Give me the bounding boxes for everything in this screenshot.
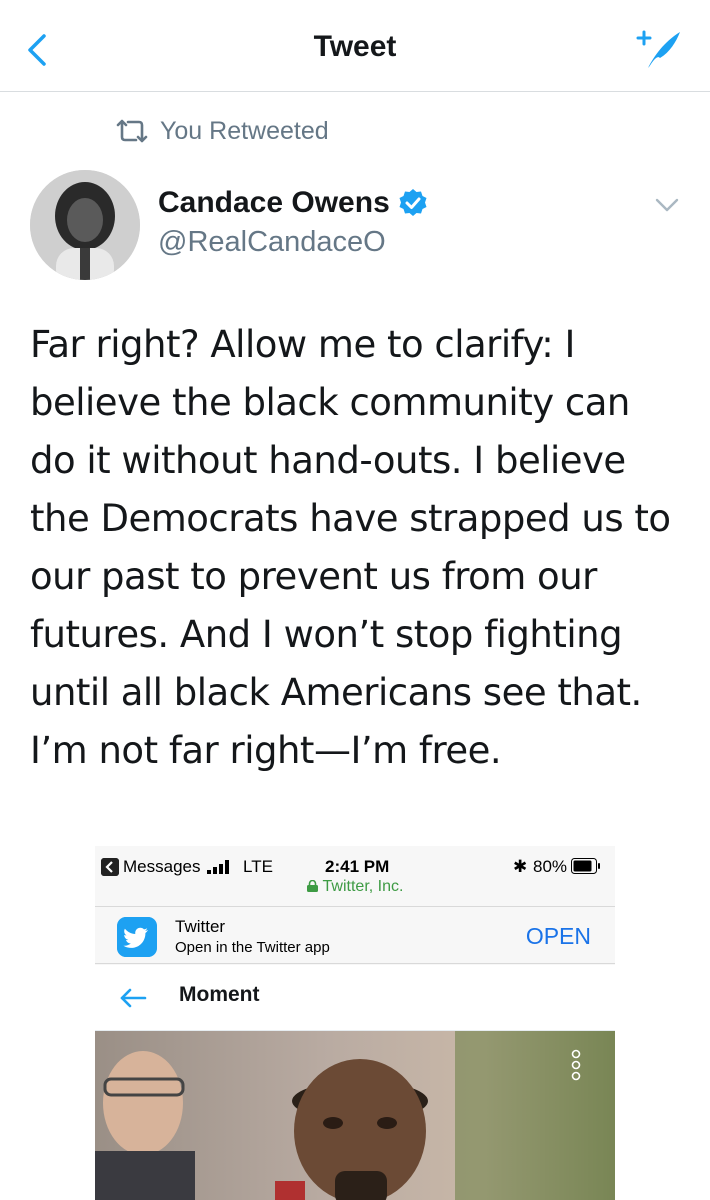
tweet-text-line: futures. And I won’t stop fighting [30,613,623,656]
status-time: 2:41 PM [325,857,390,876]
open-app-button: OPEN [525,923,591,949]
battery-icon [571,858,600,874]
more-options-icon [571,1049,581,1081]
moment-title: Moment [179,983,260,1006]
url-label: Twitter, Inc. [322,878,404,895]
avatar[interactable] [30,170,140,280]
page-title: Tweet [313,30,397,63]
tweet-text-line: the Democrats have strapped us to [30,497,671,540]
bluetooth-icon: ✱ [513,857,528,876]
profile-photo [30,170,140,280]
verified-badge-icon [399,189,427,216]
moment-photo [95,1031,615,1200]
chevron-down-icon[interactable] [654,196,680,214]
twitter-app-icon [117,917,157,957]
app-subtitle: Open in the Twitter app [175,939,330,956]
tweet-text-line: Far right? Allow me to clarify: I [30,323,575,366]
navigation-bar: Tweet [0,0,710,92]
tweet-text: Far right? Allow me to clarify: I believ… [30,316,690,780]
back-to-app-icon [101,858,119,876]
lock-icon [306,880,318,892]
compose-tweet-icon[interactable] [634,26,684,72]
tweet-text-line: do it without hand-outs. I believe [30,439,626,482]
network-label: LTE [243,857,273,876]
embedded-status-bar: Messages LTE 2:41 PM ✱ 80% Twitter, Inc. [95,846,615,898]
app-banner: Twitter Open in the Twitter app OPEN [95,906,615,964]
url-row: Twitter, Inc. [95,878,615,896]
app-name: Twitter [175,917,226,936]
moment-header: Moment [95,965,615,1031]
author-name[interactable]: Candace Owens [158,186,390,220]
tweet-text-line: our past to prevent us from our [30,555,597,598]
tweet-text-line: until all black Americans see that. [30,671,642,714]
tweet-text-line: I’m not far right—I’m free. [30,729,502,772]
tweet-text-line: believe the black community can [30,381,630,424]
retweet-context: You Retweeted [114,116,329,146]
author-name-row[interactable]: Candace Owens [158,186,428,220]
author-handle[interactable]: @RealCandaceO [158,226,386,259]
people-photo [95,1031,615,1200]
battery-percent: 80% [533,857,568,876]
retweet-label: You Retweeted [160,116,329,145]
back-app-label: Messages [123,857,201,876]
signal-icon [207,860,229,874]
retweet-icon [116,119,148,143]
arrow-left-icon [120,988,147,1008]
tweet-media-image[interactable]: Messages LTE 2:41 PM ✱ 80% Twitter, Inc. [95,846,615,1200]
